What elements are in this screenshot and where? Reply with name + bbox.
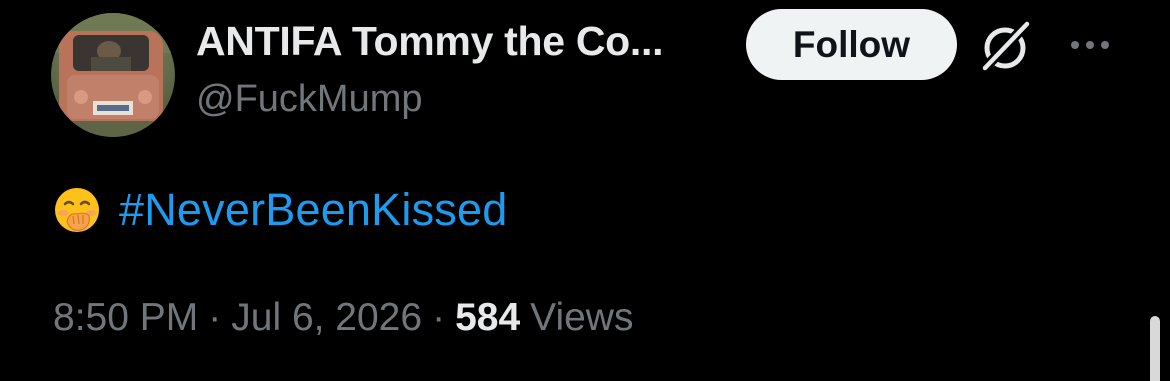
tweet-metadata: 8:50 PM · Jul 6, 2026 · 584 Views <box>53 296 633 340</box>
tweet-date[interactable]: Jul 6, 2026 <box>231 296 422 340</box>
more-options-icon[interactable] <box>1063 28 1117 62</box>
tweet-time[interactable]: 8:50 PM <box>53 296 198 340</box>
grok-icon[interactable] <box>977 18 1033 74</box>
separator-dot: · <box>432 296 446 339</box>
views-label: Views <box>530 296 634 339</box>
scrollbar-thumb[interactable] <box>1150 316 1160 381</box>
tweet-text: #NeverBeenKissed <box>53 178 507 242</box>
hashtag-link[interactable]: #NeverBeenKissed <box>119 184 507 236</box>
views-count: 584 <box>455 296 521 339</box>
face-with-hand-over-mouth-icon <box>55 188 99 232</box>
tweet: ANTIFA Tommy the Co... @FuckMump Follow … <box>0 0 1170 381</box>
follow-button[interactable]: Follow <box>746 9 957 80</box>
avatar[interactable] <box>51 13 175 137</box>
display-name[interactable]: ANTIFA Tommy the Co... <box>196 18 663 65</box>
avatar-image <box>51 13 175 137</box>
separator-dot: · <box>208 296 222 339</box>
username-handle[interactable]: @FuckMump <box>196 78 423 121</box>
